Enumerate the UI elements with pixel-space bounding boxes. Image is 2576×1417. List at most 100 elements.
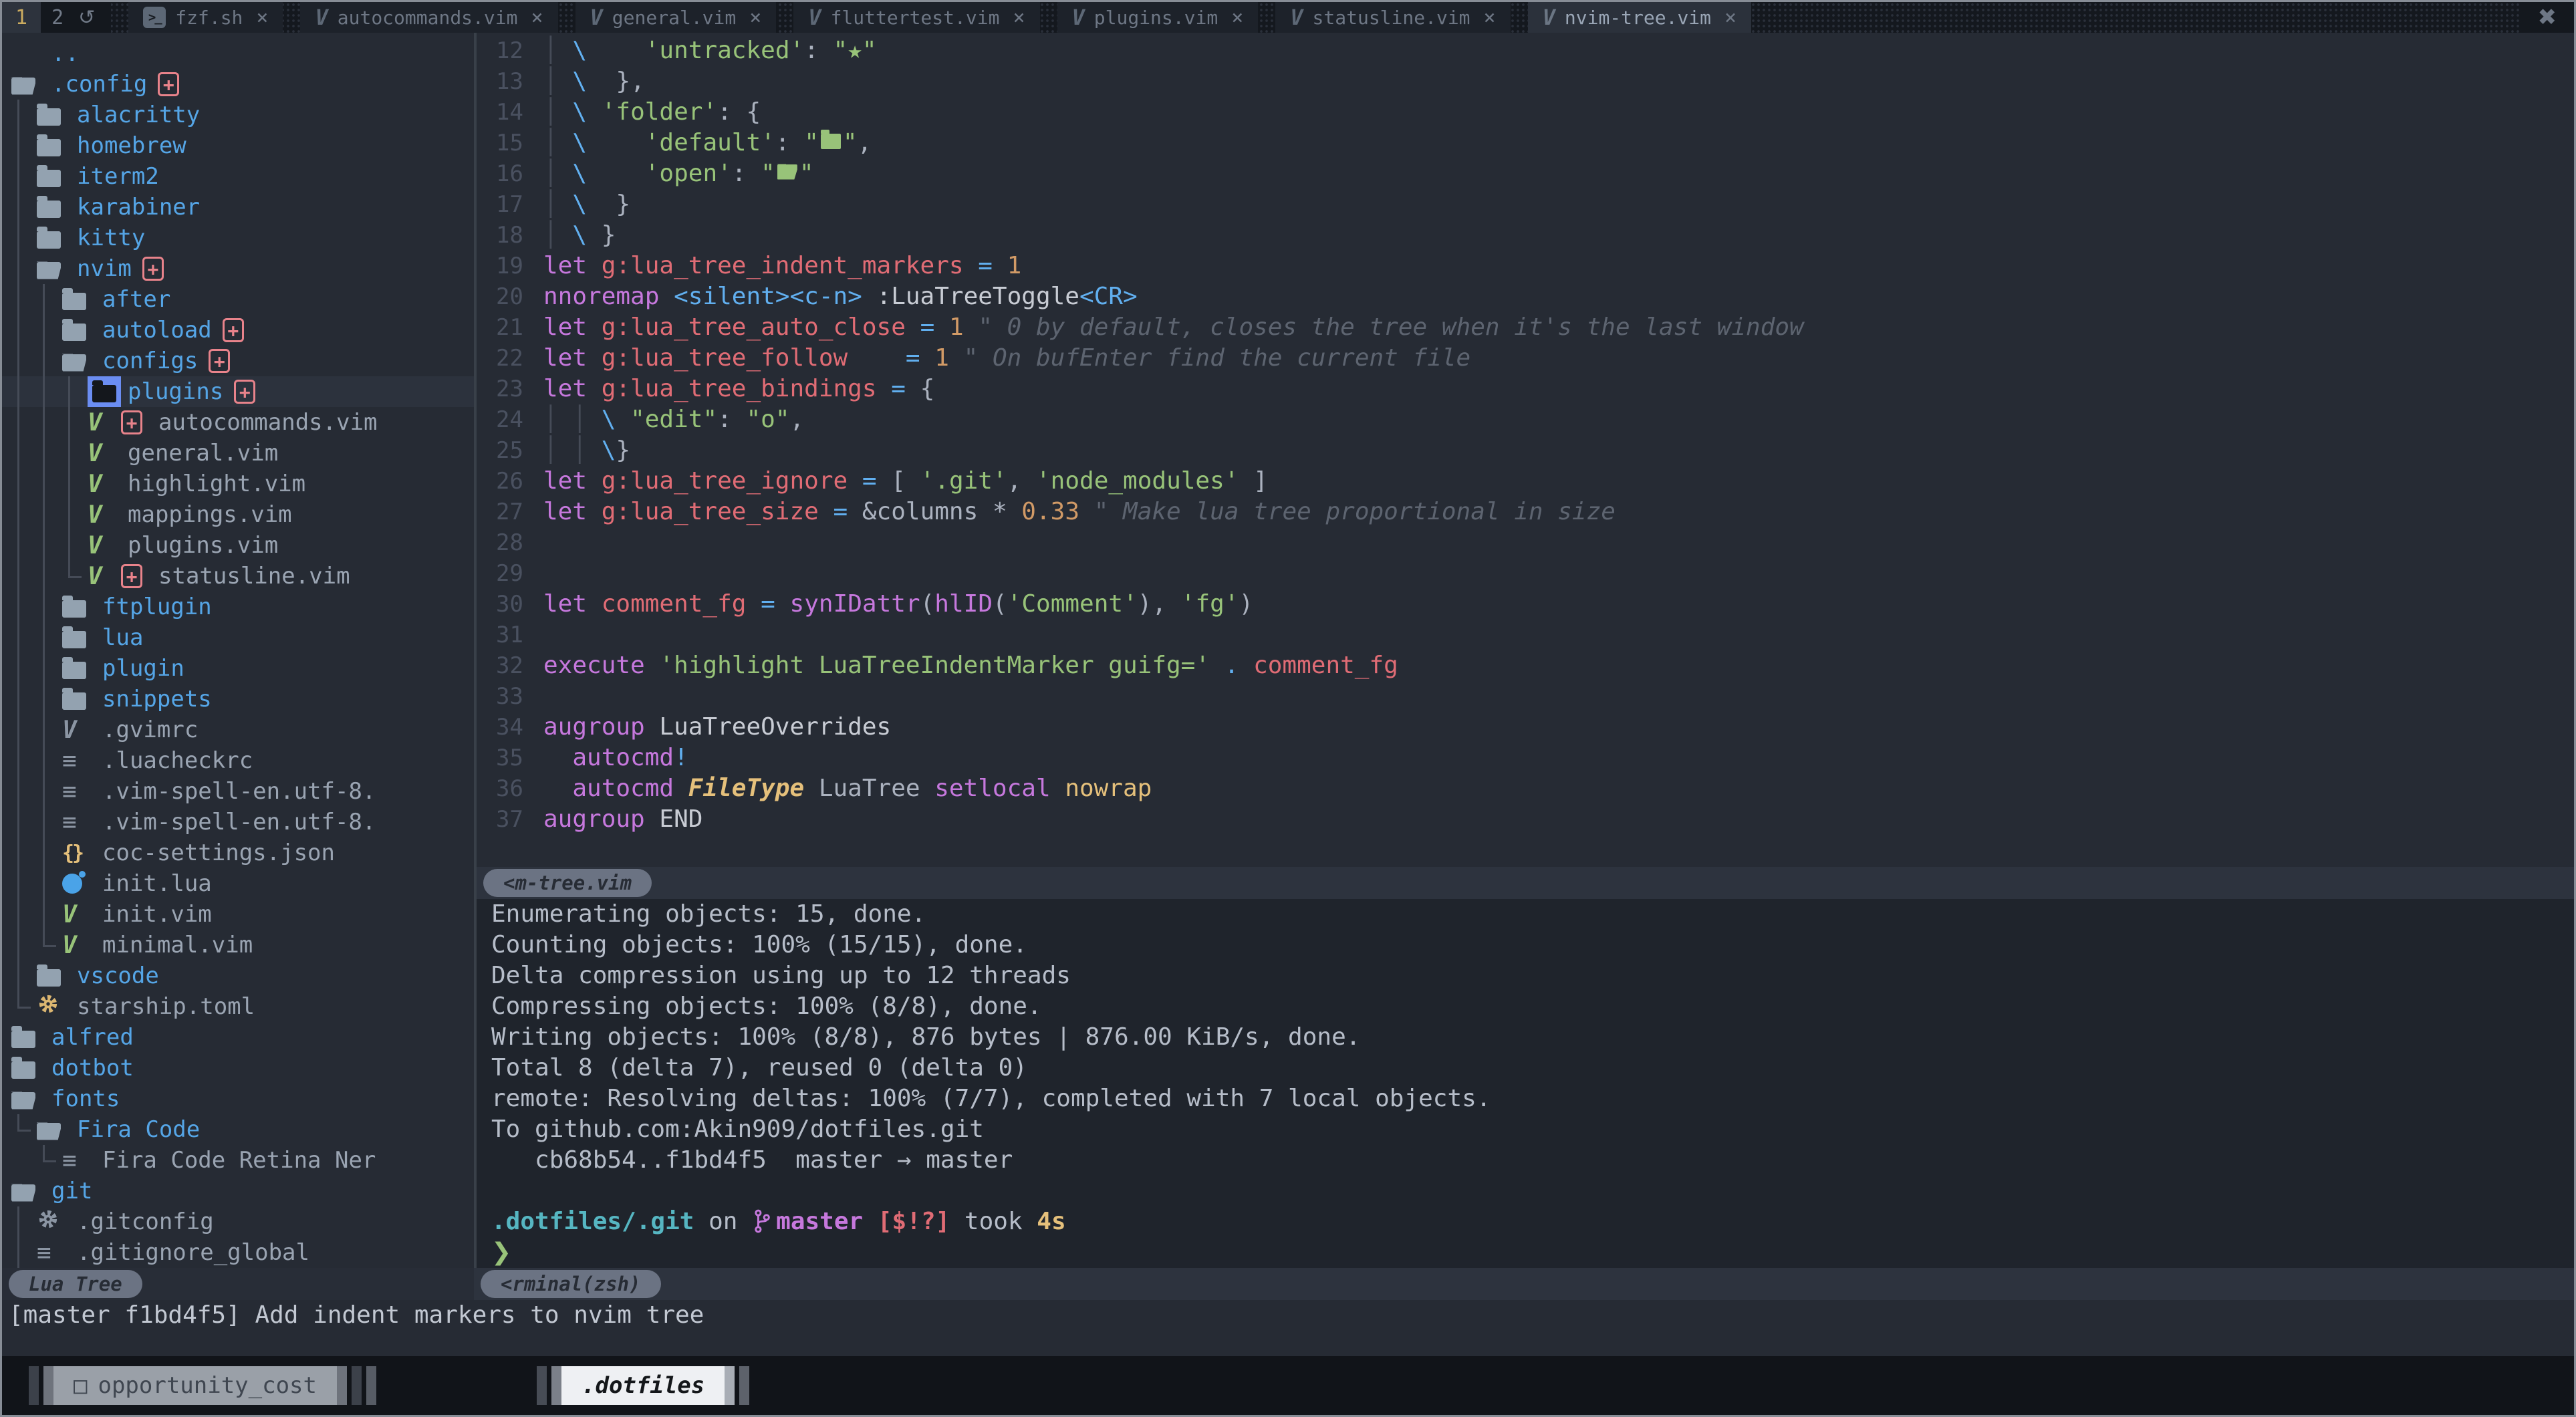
tmux-segment-cap	[29, 1366, 39, 1405]
tree-row-lua[interactable]: lua	[2, 622, 474, 653]
tree-row-init.vim[interactable]: Vinit.vim	[2, 899, 474, 930]
tree-row-dotbot[interactable]: dotbot	[2, 1053, 474, 1083]
tree-row-.config[interactable]: .config+	[2, 69, 474, 100]
close-all-icon[interactable]: ✖	[2521, 2, 2575, 33]
indent-guide	[37, 899, 62, 930]
terminal-line: ❯	[491, 1237, 2574, 1268]
tree-row-.gitignore_global[interactable]: ≡.gitignore_global	[2, 1237, 474, 1268]
tree-row-git[interactable]: git	[2, 1176, 474, 1206]
tree-row-.vim-spell-en.utf-8.[interactable]: ≡.vim-spell-en.utf-8.	[2, 776, 474, 807]
folder-icon	[62, 324, 86, 341]
tree-row-snippets[interactable]: snippets	[2, 684, 474, 715]
tree-row-homebrew[interactable]: homebrew	[2, 130, 474, 161]
tree-row-statusline.vim[interactable]: V+statusline.vim	[2, 561, 474, 592]
tab-nvim-tree.vim[interactable]: Vnvim-tree.vim×	[1528, 2, 1751, 33]
file-tree-pane[interactable]: ...config+alacrittyhomebrewiterm2karabin…	[2, 33, 474, 1268]
tree-row-plugins[interactable]: plugins+	[2, 376, 474, 407]
tab-statusline.vim[interactable]: Vstatusline.vim×	[1275, 2, 1510, 33]
indent-guide	[37, 499, 62, 530]
tree-row-mappings.vim[interactable]: Vmappings.vim	[2, 499, 474, 530]
tree-row-plugins.vim[interactable]: Vplugins.vim	[2, 530, 474, 561]
indent-guide	[11, 407, 37, 438]
tab-close-icon[interactable]: ×	[1013, 6, 1025, 29]
editor-pane[interactable]: 12│ \ 'untracked': "★"13│ \ },14│ \ 'fol…	[477, 33, 2574, 867]
tree-row-after[interactable]: after	[2, 284, 474, 315]
folder-open-icon	[62, 354, 86, 372]
code-line: 36 autocmd FileType LuaTree setlocal now…	[477, 773, 2574, 804]
tree-row-starship.toml[interactable]: starship.toml	[2, 991, 474, 1022]
tree-row-nvim[interactable]: nvim+	[2, 253, 474, 284]
git-new-badge: +	[234, 380, 255, 404]
tmux-window-.dotfiles[interactable]: .dotfiles	[537, 1366, 749, 1405]
text-file-icon: ≡	[62, 747, 77, 775]
tmux-segment-cap	[347, 1366, 352, 1405]
tab-close-icon[interactable]: ×	[1724, 6, 1736, 29]
line-number: 20	[477, 281, 543, 312]
tab-fzf.sh[interactable]: >_fzf.sh×	[128, 2, 283, 33]
tab-page-1[interactable]: 1	[2, 2, 41, 33]
folder-icon	[62, 662, 86, 679]
tree-row-Fira-Code[interactable]: Fira Code	[2, 1114, 474, 1145]
tree-row-minimal.vim[interactable]: Vminimal.vim	[2, 930, 474, 960]
tree-row-autoload[interactable]: autoload+	[2, 315, 474, 346]
tab-close-icon[interactable]: ×	[256, 6, 268, 29]
tree-row-init.lua[interactable]: init.lua	[2, 868, 474, 899]
tree-row-iterm2[interactable]: iterm2	[2, 161, 474, 192]
indent-guide	[11, 868, 37, 899]
tree-row-coc-settings.json[interactable]: {}coc-settings.json	[2, 838, 474, 868]
tree-row-.vim-spell-en.utf-8.[interactable]: ≡.vim-spell-en.utf-8.	[2, 807, 474, 838]
tab-autocommands.vim[interactable]: Vautocommands.vim×	[300, 2, 557, 33]
tree-row-.luacheckrc[interactable]: ≡.luacheckrc	[2, 745, 474, 776]
tree-row-.gvimrc[interactable]: V.gvimrc	[2, 715, 474, 745]
code-text: let g:lua_tree_indent_markers = 1	[543, 251, 1021, 281]
tree-item-label: plugin	[102, 655, 184, 682]
tree-row-fonts[interactable]: fonts	[2, 1083, 474, 1114]
vim-icon: V	[88, 471, 102, 498]
tree-row-general.vim[interactable]: Vgeneral.vim	[2, 438, 474, 469]
git-new-badge: +	[142, 257, 164, 281]
git-new-badge: +	[223, 318, 244, 342]
tree-row-alacritty[interactable]: alacritty	[2, 100, 474, 130]
tree-row-autocommands.vim[interactable]: V+autocommands.vim	[2, 407, 474, 438]
tab-close-icon[interactable]: ×	[531, 6, 543, 29]
filler	[2, 1331, 2574, 1356]
tab-close-icon[interactable]: ×	[749, 6, 761, 29]
code-text: │ │ \}	[543, 435, 630, 466]
code-line: 35 autocmd!	[477, 743, 2574, 773]
tree-row-ftplugin[interactable]: ftplugin	[2, 592, 474, 622]
tree-item-label: .gitconfig	[77, 1208, 214, 1235]
tree-row-..[interactable]: ..	[2, 38, 474, 69]
terminal-pane[interactable]: Enumerating objects: 15, done.Counting o…	[477, 899, 2574, 1268]
indent-guide	[11, 315, 37, 346]
tab-page-2[interactable]: 2	[41, 6, 74, 29]
tree-row-Fira-Code-Retina-Ner[interactable]: ≡Fira Code Retina Ner	[2, 1145, 474, 1176]
tab-label: general.vim	[612, 7, 736, 29]
tree-row-.gitconfig[interactable]: .gitconfig	[2, 1206, 474, 1237]
indent-guide	[11, 592, 37, 622]
tree-row-vscode[interactable]: vscode	[2, 960, 474, 991]
folder-icon	[37, 231, 61, 249]
tree-row-plugin[interactable]: plugin	[2, 653, 474, 684]
tree-row-configs[interactable]: configs+	[2, 346, 474, 376]
tree-row-highlight.vim[interactable]: Vhighlight.vim	[2, 469, 474, 499]
git-new-badge: +	[121, 410, 142, 434]
indent-guide	[11, 1145, 37, 1176]
tree-row-karabiner[interactable]: karabiner	[2, 192, 474, 223]
folder-icon	[37, 170, 61, 187]
indent-guide	[37, 745, 62, 776]
line-number: 15	[477, 128, 543, 158]
tab-close-icon[interactable]: ×	[1231, 6, 1243, 29]
terminal-line: Total 8 (delta 7), reused 0 (delta 0)	[491, 1053, 2574, 1083]
tab-plugins.vim[interactable]: Vplugins.vim×	[1057, 2, 1259, 33]
tab-fluttertest.vim[interactable]: Vfluttertest.vim×	[793, 2, 1039, 33]
tree-row-alfred[interactable]: alfred	[2, 1022, 474, 1053]
tree-item-label: init.vim	[102, 901, 212, 928]
tree-row-kitty[interactable]: kitty	[2, 223, 474, 253]
tree-item-label: snippets	[102, 686, 212, 713]
tab-general.vim[interactable]: Vgeneral.vim×	[575, 2, 777, 33]
history-back-icon[interactable]: ↺	[74, 6, 99, 29]
indent-guide	[37, 776, 62, 807]
tmux-window-opportunity_cost[interactable]: □opportunity_cost	[29, 1366, 376, 1405]
tab-close-icon[interactable]: ×	[1484, 6, 1496, 29]
code-text: │ \ }	[543, 220, 616, 251]
